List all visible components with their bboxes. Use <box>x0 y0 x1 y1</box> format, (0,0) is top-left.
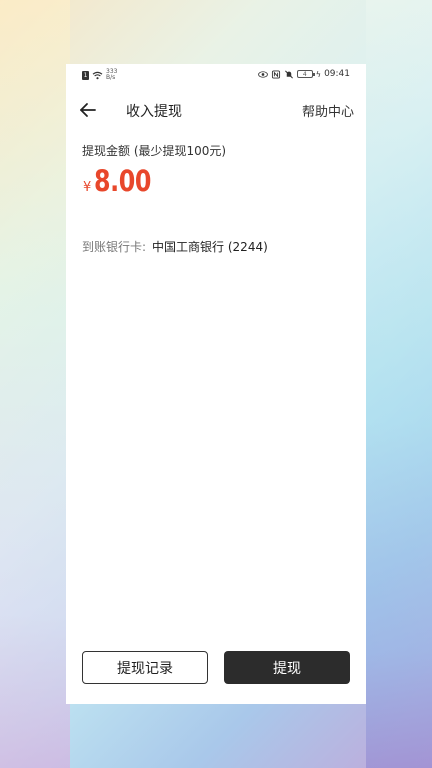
background-right-glow <box>366 0 432 768</box>
network-speed: 333 B/s <box>106 69 117 81</box>
withdraw-amount-value: 8.00 <box>94 164 152 198</box>
status-bar-right: 4 ϟ 09:41 <box>257 69 350 79</box>
withdraw-amount: ¥ 8.00 <box>83 164 164 198</box>
withdraw-amount-label: 提现金额 (最少提现100元) <box>82 144 227 158</box>
charging-icon: ϟ <box>315 69 322 79</box>
nav-bar: 收入提现 帮助中心 <box>66 92 366 128</box>
phone-screen: 1 333 B/s 4 ϟ 09:41 收入提现 帮助中心 提现金额 (最少提现… <box>66 64 366 704</box>
bank-card-label: 到账银行卡: <box>82 240 147 254</box>
withdraw-record-button[interactable]: 提现记录 <box>82 651 208 684</box>
status-bar: 1 333 B/s 4 ϟ 09:41 <box>66 64 366 86</box>
back-arrow-icon[interactable] <box>76 98 100 122</box>
nfc-icon <box>271 69 280 79</box>
page-title: 收入提现 <box>126 104 182 120</box>
bank-card-row: 到账银行卡: 中国工商银行 (2244) <box>82 238 268 255</box>
background-left-glow <box>0 0 70 768</box>
mute-bell-icon <box>284 70 293 78</box>
bank-card-value: 中国工商银行 (2244) <box>152 240 268 254</box>
sim-card-icon: 1 <box>82 70 89 80</box>
wifi-icon <box>92 71 103 79</box>
battery-icon: 4 <box>296 70 315 78</box>
currency-symbol: ¥ <box>83 180 92 195</box>
help-center-link[interactable]: 帮助中心 <box>302 101 354 120</box>
withdraw-button[interactable]: 提现 <box>224 651 350 684</box>
status-time: 09:41 <box>324 69 350 79</box>
status-bar-left: 1 333 B/s <box>82 69 117 81</box>
eye-icon <box>257 70 268 78</box>
network-speed-unit: B/s <box>106 74 116 81</box>
